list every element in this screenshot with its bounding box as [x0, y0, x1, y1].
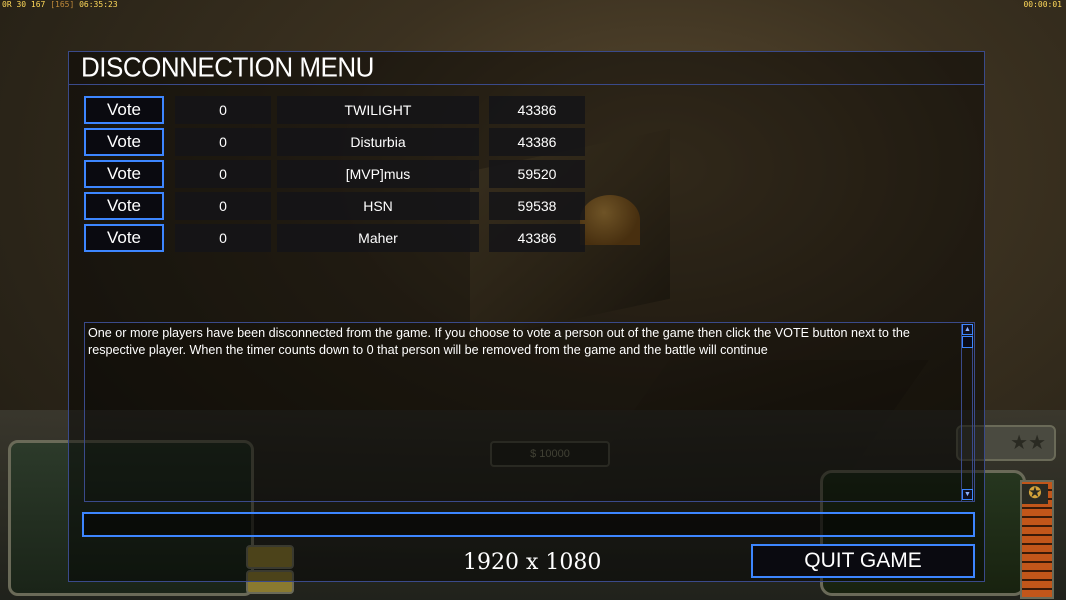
- dialog-title: DISCONNECTION MENU: [81, 51, 374, 83]
- vote-count: 0: [175, 160, 271, 188]
- message-scrollbar[interactable]: [961, 324, 973, 501]
- title-divider: [68, 84, 985, 85]
- disconnect-message: One or more players have been disconnect…: [88, 326, 910, 357]
- scroll-down-icon[interactable]: ▼: [962, 489, 973, 500]
- vote-button[interactable]: Vote: [84, 96, 164, 124]
- player-ping: 43386: [489, 96, 585, 124]
- vote-count: 0: [175, 96, 271, 124]
- player-name: Disturbia: [277, 128, 479, 156]
- vote-button[interactable]: Vote: [84, 192, 164, 220]
- star-icon: ✪: [1022, 484, 1048, 504]
- fps-value: 0R 30 167: [2, 0, 46, 9]
- player-ping: 59538: [489, 192, 585, 220]
- player-ping: 59520: [489, 160, 585, 188]
- fps-bracket: [165]: [50, 0, 75, 9]
- fps-stats: 0R 30 167 [165] 06:35:23: [2, 0, 118, 9]
- player-name: TWILIGHT: [277, 96, 479, 124]
- vote-count: 0: [175, 128, 271, 156]
- player-ping: 43386: [489, 128, 585, 156]
- player-name: Maher: [277, 224, 479, 252]
- resolution-label: 1920 x 1080: [463, 550, 602, 575]
- scroll-thumb[interactable]: [962, 336, 973, 348]
- player-ping: 43386: [489, 224, 585, 252]
- chat-input[interactable]: [82, 512, 975, 537]
- player-name: HSN: [277, 192, 479, 220]
- scroll-up-icon[interactable]: ▲: [962, 324, 973, 335]
- timer-readout: 00:00:01: [1023, 0, 1062, 9]
- player-name: [MVP]mus: [277, 160, 479, 188]
- vote-count: 0: [175, 192, 271, 220]
- vote-button[interactable]: Vote: [84, 128, 164, 156]
- quit-game-button[interactable]: QUIT GAME: [751, 544, 975, 578]
- vote-button[interactable]: Vote: [84, 160, 164, 188]
- vote-button[interactable]: Vote: [84, 224, 164, 252]
- vote-count: 0: [175, 224, 271, 252]
- game-clock: 06:35:23: [79, 0, 118, 9]
